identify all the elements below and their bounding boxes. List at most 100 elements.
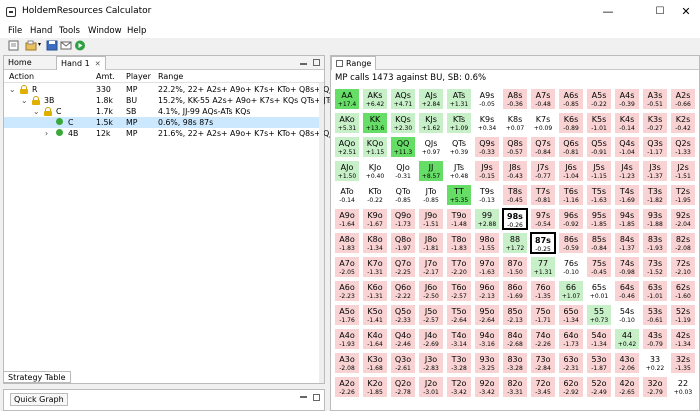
- range-cell[interactable]: Q4s -1.04: [614, 136, 640, 158]
- range-cell[interactable]: T2s -1.95: [670, 184, 696, 206]
- collapse-icon[interactable]: ⌄: [33, 107, 40, 116]
- range-cell[interactable]: 73o -2.84: [530, 352, 556, 374]
- range-cell[interactable]: K6o -1.31: [362, 280, 388, 302]
- range-cell[interactable]: K9o -1.67: [362, 208, 388, 230]
- range-cell[interactable]: QQ +11.3: [390, 136, 416, 158]
- range-cell[interactable]: A2o -2.26: [334, 376, 360, 398]
- menu-window[interactable]: Window: [88, 26, 122, 36]
- range-cell[interactable]: J7o -2.17: [418, 256, 444, 278]
- range-cell[interactable]: 42o -2.65: [614, 376, 640, 398]
- range-cell[interactable]: Q9s -0.33: [474, 136, 500, 158]
- table-row[interactable]: ⌄ C 1.7k SB 4.1%, JJ-99 AQs-ATs KQs: [4, 106, 324, 117]
- save-icon[interactable]: [46, 40, 58, 51]
- run-icon[interactable]: [74, 40, 86, 51]
- maximize-button[interactable]: ☐: [648, 4, 672, 20]
- range-cell[interactable]: T6o -2.57: [446, 280, 472, 302]
- range-cell[interactable]: K7o -1.31: [362, 256, 388, 278]
- menu-tools[interactable]: Tools: [59, 26, 80, 36]
- range-cell[interactable]: K3o -1.68: [362, 352, 388, 374]
- tree-scrollbar[interactable]: [319, 83, 324, 383]
- range-cell[interactable]: T9s -0.13: [474, 184, 500, 206]
- range-cell[interactable]: J6o -2.50: [418, 280, 444, 302]
- range-cell[interactable]: A8o -1.83: [334, 232, 360, 254]
- column-player[interactable]: Player: [126, 72, 151, 81]
- tab-home[interactable]: Home: [4, 56, 36, 70]
- close-button[interactable]: ✕: [674, 4, 698, 20]
- range-cell[interactable]: T3s -1.82: [642, 184, 668, 206]
- range-cell[interactable]: 98o -1.55: [474, 232, 500, 254]
- menu-file[interactable]: File: [8, 26, 22, 36]
- range-cell[interactable]: QJo -0.31: [390, 160, 416, 182]
- tab-strategy-table[interactable]: Strategy Table: [3, 371, 71, 383]
- open-icon[interactable]: [25, 40, 37, 51]
- range-cell[interactable]: 84s -1.37: [614, 232, 640, 254]
- range-cell[interactable]: 77 +1.31: [530, 256, 556, 278]
- range-cell[interactable]: A4o -1.93: [334, 328, 360, 350]
- range-cell[interactable]: 55 +0.73: [586, 304, 612, 326]
- range-cell[interactable]: J2s -1.51: [670, 160, 696, 182]
- range-cell[interactable]: J4s -1.23: [614, 160, 640, 182]
- range-cell[interactable]: J3s -1.37: [642, 160, 668, 182]
- range-cell[interactable]: 75o -1.71: [530, 304, 556, 326]
- range-cell[interactable]: T6s -1.16: [558, 184, 584, 206]
- range-cell[interactable]: J2o -3.01: [418, 376, 444, 398]
- range-cell[interactable]: K3s -0.27: [642, 112, 668, 134]
- range-cell[interactable]: 97o -1.63: [474, 256, 500, 278]
- range-cell[interactable]: 97s -0.54: [530, 208, 556, 230]
- range-cell[interactable]: 74s -0.98: [614, 256, 640, 278]
- range-cell[interactable]: TT +5.35: [446, 184, 472, 206]
- range-cell[interactable]: AJo +1.50: [334, 160, 360, 182]
- range-cell[interactable]: 82s -2.08: [670, 232, 696, 254]
- range-cell[interactable]: J8s -0.43: [502, 160, 528, 182]
- range-cell[interactable]: JTo -0.85: [418, 184, 444, 206]
- range-cell[interactable]: 72s -2.10: [670, 256, 696, 278]
- range-cell[interactable]: AJs +2.84: [418, 88, 444, 110]
- range-cell[interactable]: 63o -2.31: [558, 352, 584, 374]
- range-cell[interactable]: 82o -3.31: [502, 376, 528, 398]
- range-cell[interactable]: 75s -0.45: [586, 256, 612, 278]
- column-range[interactable]: Range: [158, 72, 183, 81]
- range-cell[interactable]: KQo +1.15: [362, 136, 388, 158]
- range-cell[interactable]: K8s +0.07: [502, 112, 528, 134]
- column-action[interactable]: Action: [9, 72, 34, 81]
- menu-hand[interactable]: Hand: [30, 26, 52, 36]
- range-cell[interactable]: Q9o -1.73: [390, 208, 416, 230]
- range-cell[interactable]: J8o -1.81: [418, 232, 444, 254]
- range-cell[interactable]: KJo +0.40: [362, 160, 388, 182]
- range-cell[interactable]: K2o -1.85: [362, 376, 388, 398]
- range-cell[interactable]: ATs +1.31: [446, 88, 472, 110]
- range-cell[interactable]: A8s -0.36: [502, 88, 528, 110]
- range-cell[interactable]: Q5s -0.91: [586, 136, 612, 158]
- range-cell[interactable]: T3o -3.28: [446, 352, 472, 374]
- range-cell[interactable]: 76o -1.35: [530, 280, 556, 302]
- range-cell[interactable]: K9s +0.34: [474, 112, 500, 134]
- range-cell[interactable]: T5s -1.63: [586, 184, 612, 206]
- range-cell[interactable]: A4s -0.39: [614, 88, 640, 110]
- range-cell[interactable]: 43s -0.79: [642, 328, 668, 350]
- range-cell[interactable]: 52s -1.19: [670, 304, 696, 326]
- range-cell[interactable]: K6s -0.89: [558, 112, 584, 134]
- tab-hand-1[interactable]: Hand 1 ✕: [56, 56, 106, 70]
- range-cell[interactable]: ATo -0.14: [334, 184, 360, 206]
- range-cell[interactable]: A6o -2.23: [334, 280, 360, 302]
- range-cell[interactable]: 76s -0.10: [558, 256, 584, 278]
- range-cell[interactable]: 85o -2.13: [502, 304, 528, 326]
- panel-maximize-icon[interactable]: [313, 59, 320, 66]
- range-cell[interactable]: 65o -1.34: [558, 304, 584, 326]
- range-cell[interactable]: 83o -3.28: [502, 352, 528, 374]
- range-cell[interactable]: 87o -1.50: [502, 256, 528, 278]
- range-cell[interactable]: Q2s -1.33: [670, 136, 696, 158]
- range-cell[interactable]: KQs +2.30: [390, 112, 416, 134]
- range-cell[interactable]: Q6o -2.22: [390, 280, 416, 302]
- range-cell[interactable]: KK +13.6: [362, 112, 388, 134]
- range-cell[interactable]: 86s -0.59: [558, 232, 584, 254]
- range-cell[interactable]: 95o -2.64: [474, 304, 500, 326]
- range-cell[interactable]: A2s -0.66: [670, 88, 696, 110]
- range-cell[interactable]: T2o -3.42: [446, 376, 472, 398]
- range-cell[interactable]: Q8o -1.97: [390, 232, 416, 254]
- range-cell[interactable]: JTs +0.48: [446, 160, 472, 182]
- range-cell[interactable]: T5o -2.64: [446, 304, 472, 326]
- range-cell[interactable]: A5s -0.22: [586, 88, 612, 110]
- range-cell[interactable]: 98s -0.26: [502, 208, 528, 230]
- range-cell[interactable]: J9s -0.15: [474, 160, 500, 182]
